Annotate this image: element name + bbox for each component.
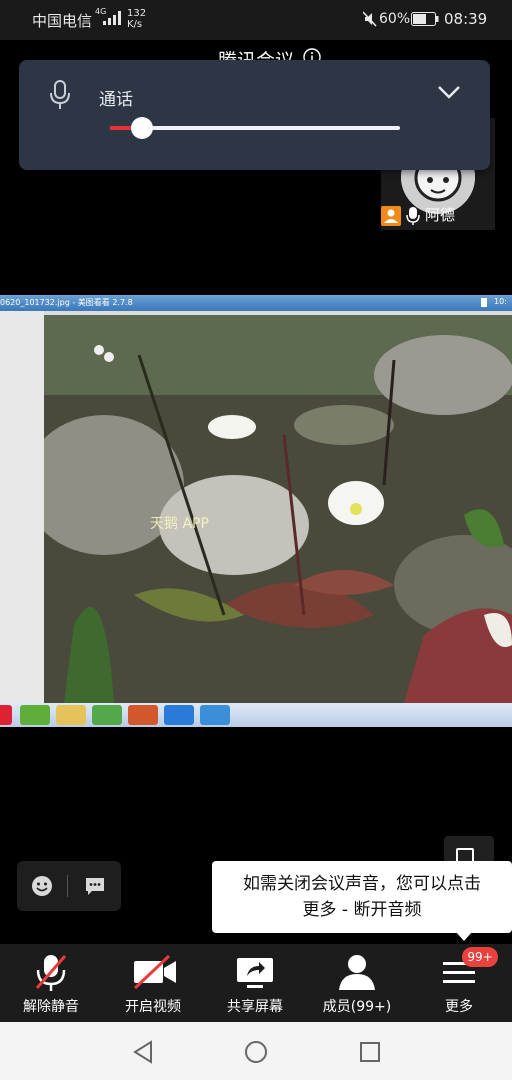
members-label: 成员(99+): [322, 999, 392, 1015]
home-icon[interactable]: [244, 1040, 268, 1064]
emoji-icon[interactable]: [31, 875, 53, 897]
android-nav-bar: [0, 1022, 512, 1080]
share-screen-label: 共享屏幕: [227, 999, 283, 1015]
ie-icon: [200, 705, 230, 725]
tencent-meeting-icon: [164, 705, 194, 725]
ie-browser-icon: [92, 705, 122, 725]
more-label: 更多: [445, 999, 473, 1015]
chat-icon[interactable]: [84, 875, 106, 897]
volume-slider-thumb[interactable]: [131, 117, 153, 139]
file-manager-icon: [56, 705, 86, 725]
start-video-label: 开启视频: [125, 999, 181, 1015]
quick-bar: [17, 861, 121, 911]
shared-screen: 0620_101732.jpg - 美图看看 2.7.8 10: 天鹅 APP: [0, 295, 512, 727]
net-speed: 132 K/s: [127, 8, 146, 30]
shared-window-title: 0620_101732.jpg - 美图看看 2.7.8: [0, 298, 133, 307]
participant-mic-icon: [406, 207, 420, 225]
shared-taskbar: [0, 703, 512, 727]
tip-text: 如需关闭会议声音，您可以点击 更多 - 断开音频: [212, 871, 512, 923]
mic-muted-icon: [35, 955, 67, 991]
audio-panel: 通话: [19, 60, 490, 170]
shared-clock: 10:: [494, 297, 507, 306]
host-icon: [381, 206, 401, 226]
powerpoint-icon: [128, 705, 158, 725]
status-bar: 中国电信 4G 132 K/s 60% 08:39: [0, 0, 512, 40]
volume-icon: [481, 298, 487, 307]
audio-label: 通话: [99, 90, 133, 110]
volume-slider-track[interactable]: [110, 126, 400, 130]
tip-arrow: [456, 932, 472, 941]
photo-watermark: 天鹅 APP: [150, 516, 209, 532]
participant-name: 阿德: [425, 206, 456, 224]
shared-sidebar: [0, 311, 44, 703]
share-screen-button[interactable]: 共享屏幕: [204, 944, 306, 1022]
start-video-button[interactable]: 开启视频: [102, 944, 204, 1022]
mic-icon: [50, 80, 70, 109]
shared-window-titlebar: 0620_101732.jpg - 美图看看 2.7.8 10:: [0, 295, 512, 311]
battery-percent: 60%: [379, 11, 411, 27]
shared-photo: [44, 315, 512, 703]
net-speed-value: 132: [127, 8, 147, 19]
battery-icon: [411, 12, 439, 26]
tip-line-1: 如需关闭会议声音，您可以点击: [243, 874, 481, 894]
more-badge: 99+: [462, 947, 498, 967]
recents-icon[interactable]: [359, 1041, 381, 1063]
members-button[interactable]: 成员(99+): [306, 944, 408, 1022]
camera-off-icon: [133, 954, 176, 990]
members-icon: [339, 955, 375, 990]
tip-line-2: 更多 - 断开音频: [302, 900, 422, 920]
wechat-icon: [20, 705, 50, 725]
chevron-down-icon[interactable]: [437, 84, 461, 100]
quick-bar-divider: [67, 875, 68, 897]
clock: 08:39: [444, 10, 488, 28]
share-screen-icon: [237, 958, 273, 988]
unmute-label: 解除静音: [23, 999, 79, 1015]
back-icon[interactable]: [132, 1040, 154, 1064]
disconnect-audio-tip: 如需关闭会议声音，您可以点击 更多 - 断开音频: [212, 861, 512, 933]
plant-photo: [44, 315, 512, 703]
mute-icon: [363, 11, 377, 27]
unmute-button[interactable]: 解除静音: [0, 944, 102, 1022]
carrier-name: 中国电信: [32, 12, 93, 30]
signal-icon: [103, 11, 121, 25]
meeting-toolbar: 解除静音 开启视频 共享屏幕 成员(99+) 更多: [0, 944, 512, 1022]
start-icon: [0, 705, 12, 725]
net-speed-unit: K/s: [127, 19, 143, 30]
